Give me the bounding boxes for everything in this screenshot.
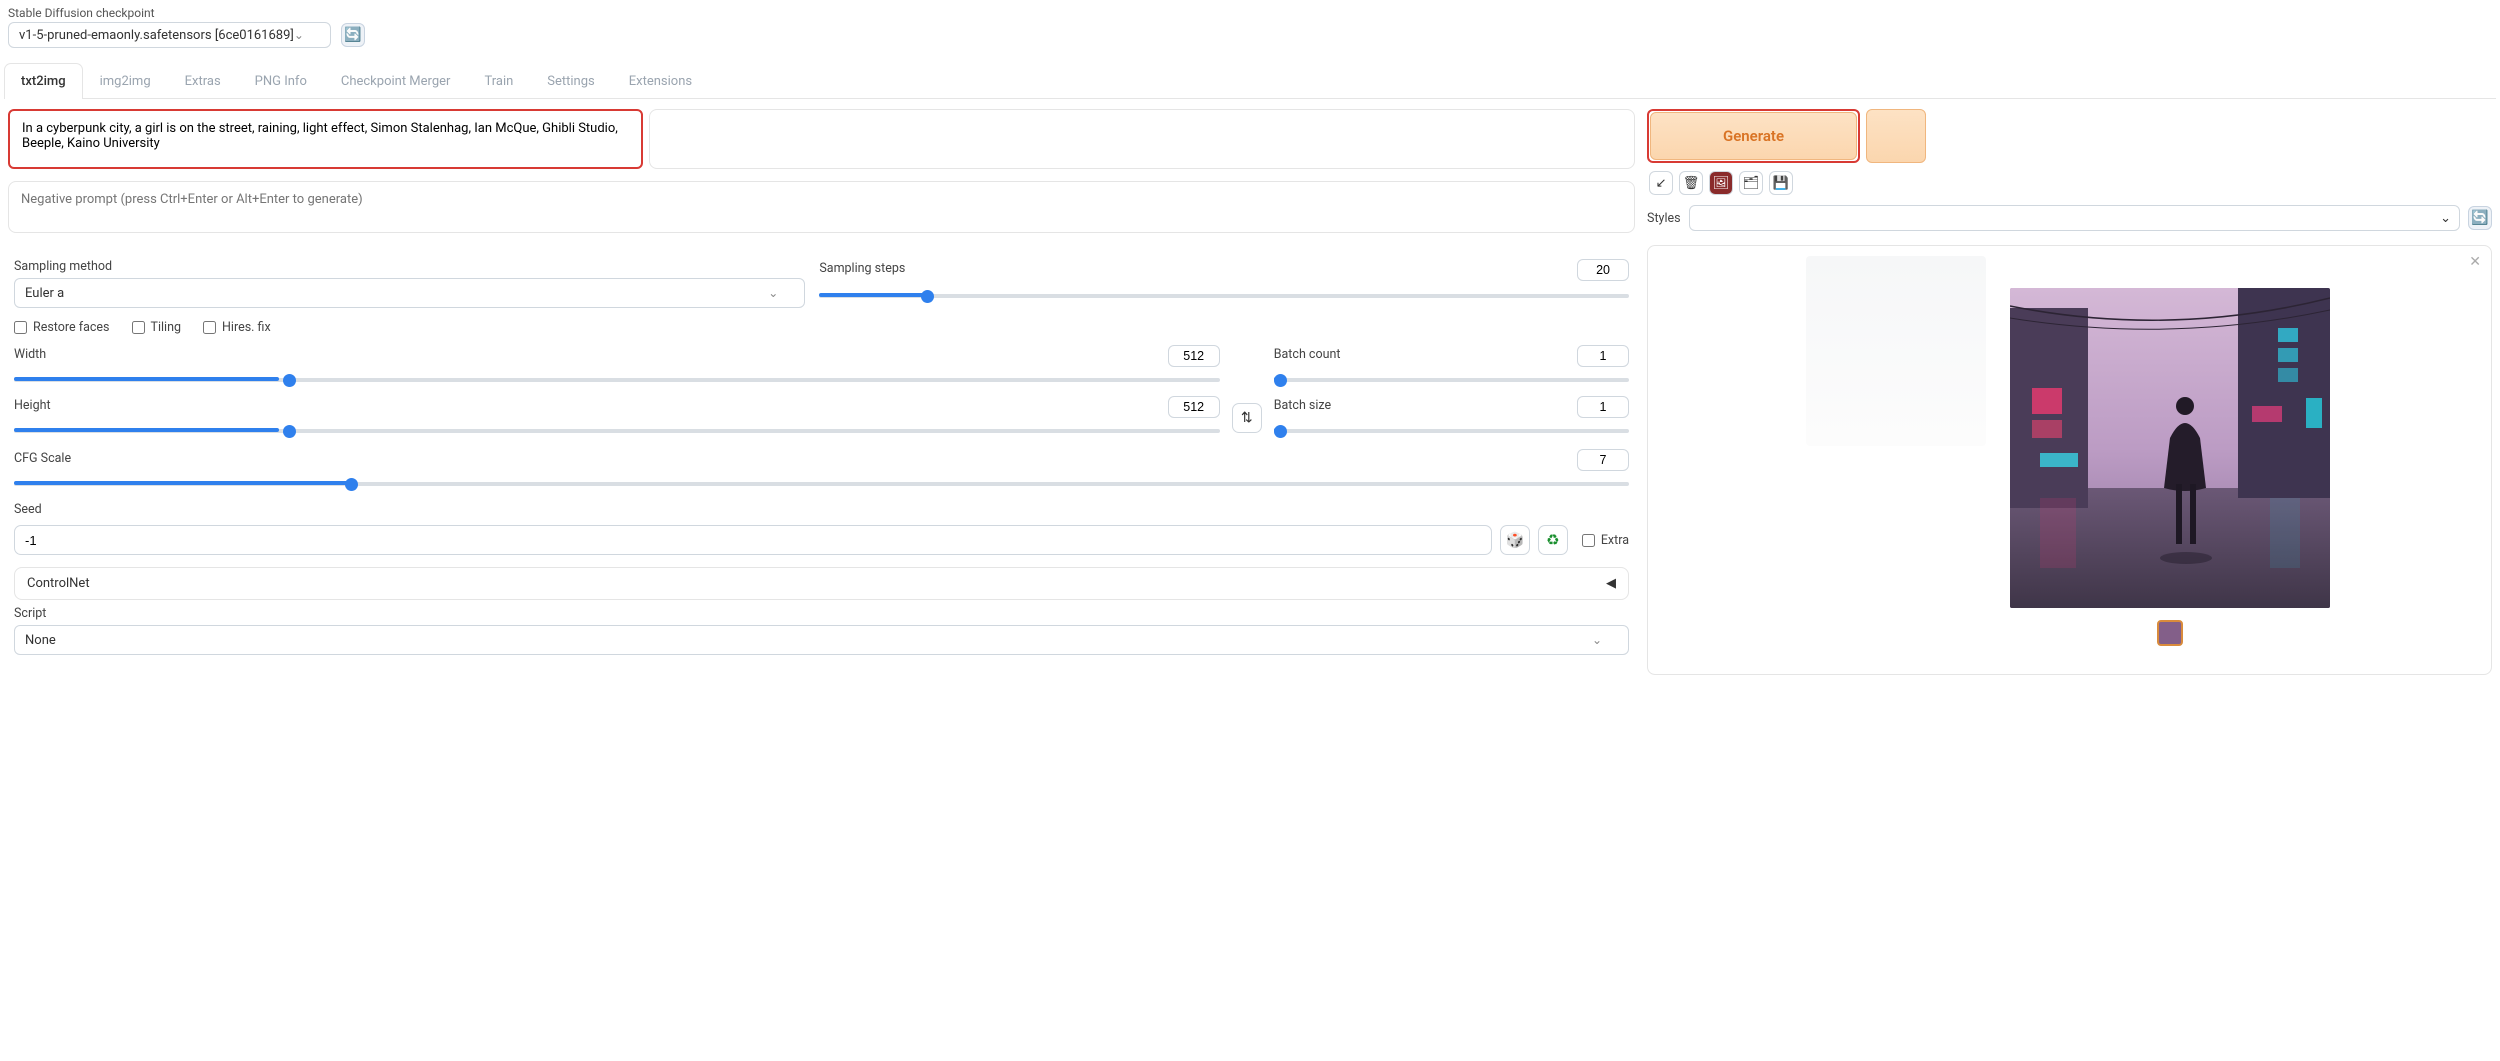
seed-extra-checkbox[interactable]: Extra bbox=[1582, 533, 1629, 548]
arrow-icon: ↙ bbox=[1656, 176, 1667, 191]
preview-thumbnail-ghost bbox=[1806, 256, 1986, 446]
extra-networks-button[interactable]: 🖼 bbox=[1709, 171, 1733, 195]
batch-count-label: Batch count bbox=[1274, 347, 1341, 362]
tab-pnginfo[interactable]: PNG Info bbox=[238, 63, 324, 99]
random-seed-button[interactable]: 🎲 bbox=[1500, 525, 1530, 555]
script-select[interactable]: None ⌄ bbox=[14, 625, 1629, 655]
height-slider[interactable] bbox=[14, 429, 1220, 433]
hires-fix-checkbox[interactable]: Hires. fix bbox=[203, 320, 271, 335]
cfg-slider[interactable] bbox=[14, 482, 1629, 486]
gallery-thumbnail[interactable] bbox=[2157, 620, 2183, 646]
sampling-steps-slider[interactable] bbox=[819, 294, 1629, 298]
prompt-input[interactable] bbox=[10, 111, 641, 163]
chevron-down-icon: ⌄ bbox=[294, 28, 304, 42]
styles-label: Styles bbox=[1647, 211, 1681, 226]
cfg-value[interactable] bbox=[1577, 449, 1629, 471]
generate-button[interactable]: Generate bbox=[1650, 112, 1857, 160]
batch-count-value[interactable] bbox=[1577, 345, 1629, 367]
script-label: Script bbox=[14, 606, 1629, 621]
checkpoint-select[interactable]: v1-5-pruned-emaonly.safetensors [6ce0161… bbox=[8, 22, 331, 48]
tab-img2img[interactable]: img2img bbox=[83, 63, 168, 99]
swap-dimensions-button[interactable]: ⇅ bbox=[1232, 403, 1262, 433]
tab-extras[interactable]: Extras bbox=[168, 63, 238, 99]
chevron-down-icon: ⌄ bbox=[768, 286, 778, 300]
tab-txt2img[interactable]: txt2img bbox=[4, 63, 83, 99]
styles-select[interactable]: ⌄ bbox=[1689, 205, 2460, 231]
chevron-down-icon: ⌄ bbox=[2440, 211, 2451, 226]
batch-count-slider[interactable] bbox=[1274, 378, 1629, 382]
open-folder-button[interactable]: 🗂 bbox=[1739, 171, 1763, 195]
cfg-label: CFG Scale bbox=[14, 451, 71, 466]
close-preview-button[interactable]: ✕ bbox=[2469, 254, 2481, 270]
output-image[interactable] bbox=[2010, 288, 2330, 608]
sampling-method-value: Euler a bbox=[25, 286, 64, 301]
sampling-steps-value[interactable] bbox=[1577, 259, 1629, 281]
width-label: Width bbox=[14, 347, 46, 362]
seed-input[interactable] bbox=[14, 525, 1492, 555]
tiling-checkbox[interactable]: Tiling bbox=[132, 320, 182, 335]
card-icon: 🖼 bbox=[1713, 176, 1730, 191]
negative-prompt-input[interactable] bbox=[8, 181, 1635, 233]
tab-extensions[interactable]: Extensions bbox=[612, 63, 709, 99]
checkpoint-label: Stable Diffusion checkpoint bbox=[8, 6, 2492, 20]
collapse-icon: ◀ bbox=[1606, 576, 1616, 591]
batch-size-slider[interactable] bbox=[1274, 429, 1629, 433]
output-gallery: ✕ bbox=[1647, 245, 2492, 675]
recycle-icon: ♻ bbox=[1546, 531, 1559, 549]
width-value[interactable] bbox=[1168, 345, 1220, 367]
checkpoint-value: v1-5-pruned-emaonly.safetensors [6ce0161… bbox=[19, 28, 294, 43]
height-label: Height bbox=[14, 398, 51, 413]
prompt-input-extension[interactable] bbox=[649, 109, 1635, 169]
controlnet-label: ControlNet bbox=[27, 576, 90, 591]
dice-icon: 🎲 bbox=[1505, 531, 1524, 549]
reuse-seed-button[interactable]: ♻ bbox=[1538, 525, 1568, 555]
save-button[interactable]: 💾 bbox=[1769, 171, 1793, 195]
controlnet-panel[interactable]: ControlNet ◀ bbox=[14, 567, 1629, 600]
tab-checkpoint-merger[interactable]: Checkpoint Merger bbox=[324, 63, 468, 99]
batch-size-value[interactable] bbox=[1577, 396, 1629, 418]
save-icon: 💾 bbox=[1773, 176, 1789, 191]
height-value[interactable] bbox=[1168, 396, 1220, 418]
sampling-method-label: Sampling method bbox=[14, 259, 805, 274]
trash-icon: 🗑 bbox=[1683, 176, 1700, 191]
chevron-down-icon: ⌄ bbox=[1592, 633, 1602, 647]
send-to-button[interactable]: ↙ bbox=[1649, 171, 1673, 195]
refresh-icon: 🔄 bbox=[2471, 210, 2488, 226]
seed-label: Seed bbox=[14, 502, 1629, 517]
clear-button[interactable]: 🗑 bbox=[1679, 171, 1703, 195]
refresh-styles-button[interactable]: 🔄 bbox=[2468, 206, 2492, 230]
tab-train[interactable]: Train bbox=[467, 63, 530, 99]
cyberpunk-image-content bbox=[2010, 288, 2330, 608]
refresh-checkpoints-button[interactable]: 🔄 bbox=[341, 23, 365, 47]
batch-size-label: Batch size bbox=[1274, 398, 1331, 413]
sampling-method-select[interactable]: Euler a ⌄ bbox=[14, 278, 805, 308]
main-tabs: txt2img img2img Extras PNG Info Checkpoi… bbox=[4, 62, 2496, 99]
restore-faces-checkbox[interactable]: Restore faces bbox=[14, 320, 110, 335]
generate-aux-button[interactable] bbox=[1866, 109, 1926, 163]
tab-settings[interactable]: Settings bbox=[530, 63, 611, 99]
script-value: None bbox=[25, 633, 56, 648]
folder-icon: 🗂 bbox=[1743, 176, 1760, 191]
sampling-steps-label: Sampling steps bbox=[819, 261, 905, 276]
refresh-icon: 🔄 bbox=[344, 27, 361, 43]
swap-icon: ⇅ bbox=[1241, 410, 1253, 426]
width-slider[interactable] bbox=[14, 378, 1220, 382]
